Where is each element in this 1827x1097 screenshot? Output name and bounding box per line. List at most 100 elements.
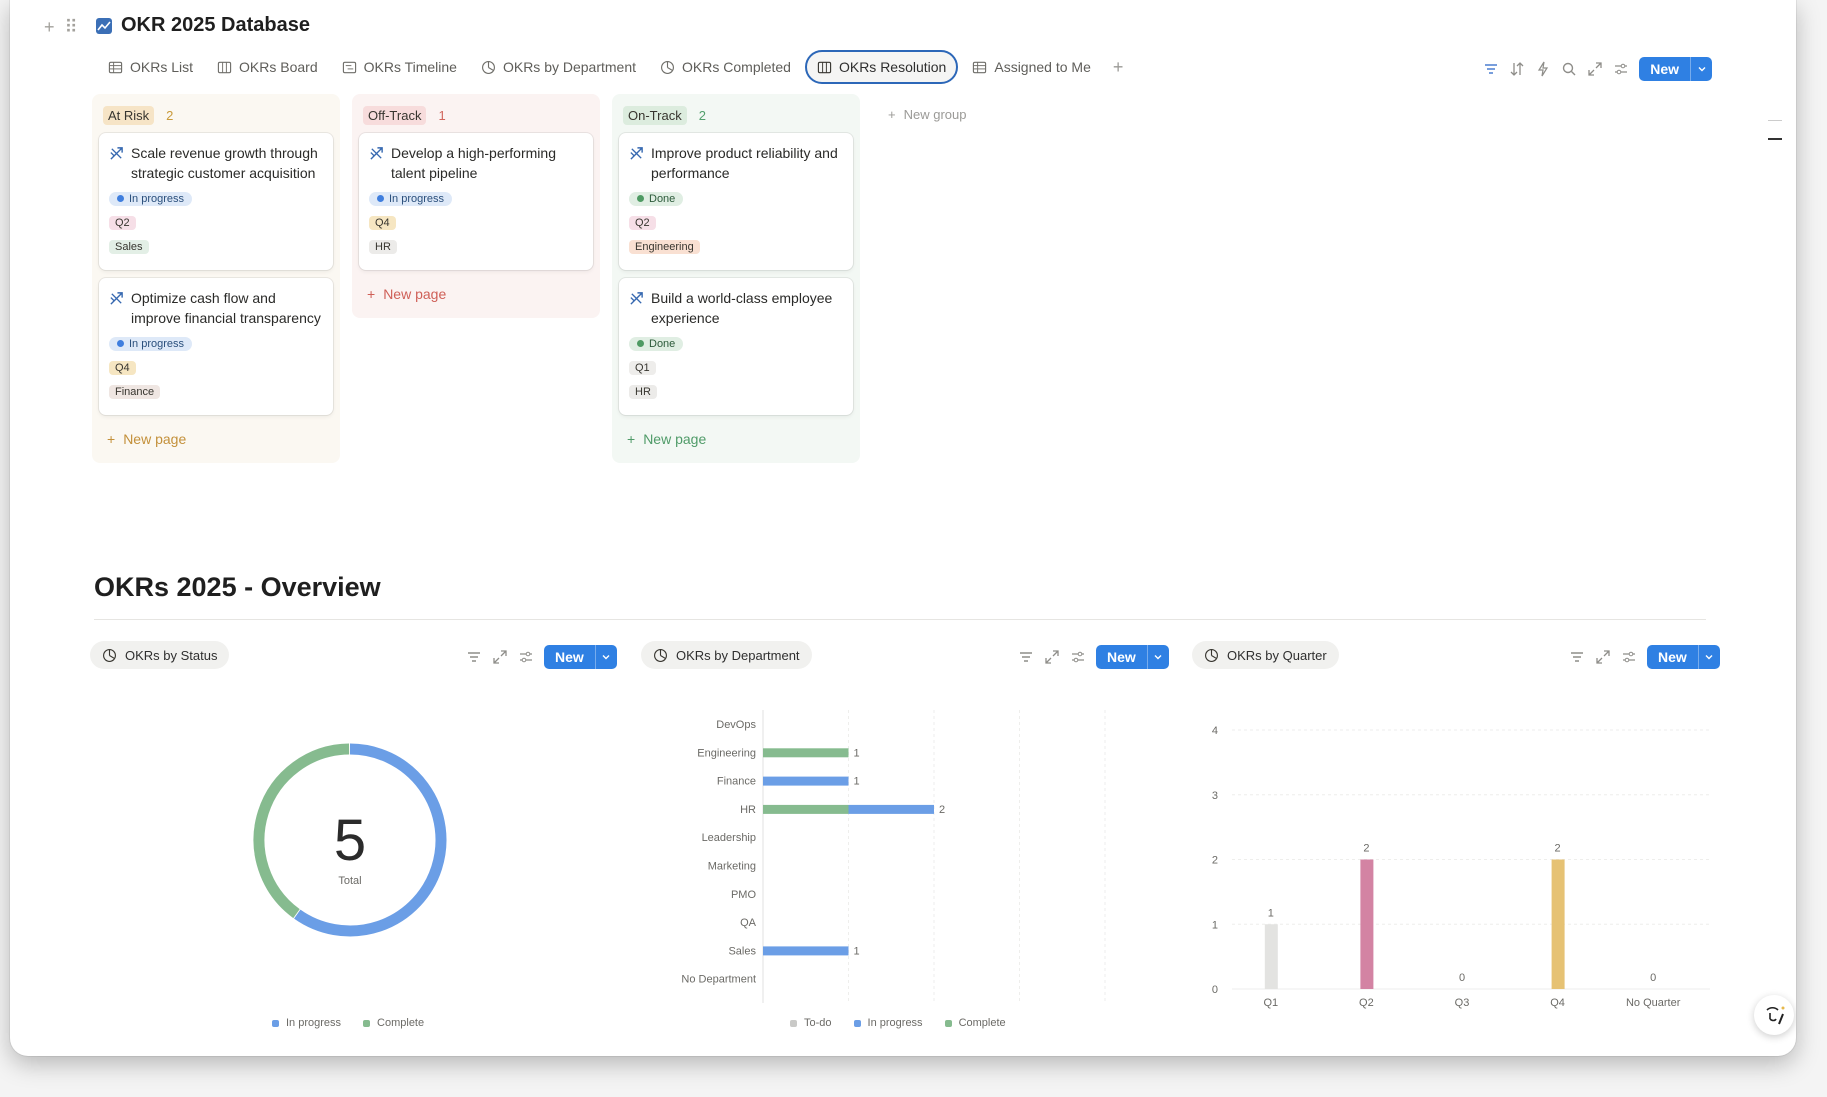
group-header[interactable]: At Risk 2 (99, 102, 333, 133)
new-button[interactable]: New (1639, 57, 1712, 81)
new-group-button[interactable]: + New group (888, 107, 966, 122)
panel-toolbar: New (1018, 645, 1169, 669)
add-block-icon[interactable]: + (44, 17, 55, 38)
database-title[interactable]: OKR 2025 Database (96, 14, 310, 37)
panel-toolbar: New (466, 645, 617, 669)
legend-item: Complete (363, 1017, 424, 1029)
new-page-button[interactable]: + New page (359, 278, 593, 310)
board-card[interactable]: Build a world-class employee experience … (619, 278, 853, 415)
chevron-down-icon[interactable] (1697, 645, 1720, 669)
add-view-icon[interactable]: + (1105, 57, 1132, 78)
tab-okrs-timeline[interactable]: OKRs Timeline (332, 50, 467, 84)
view-tabs: OKRs List OKRs Board OKRs Timeline OKRs … (98, 50, 1131, 84)
legend-label: In progress (867, 1017, 923, 1029)
legend-label: Complete (377, 1017, 425, 1029)
y-tick-label: Engineering (697, 747, 756, 759)
sort-icon[interactable] (1509, 61, 1525, 77)
group-header[interactable]: Off-Track 1 (359, 102, 593, 133)
tab-label: Assigned to Me (994, 59, 1091, 75)
automation-icon[interactable] (1535, 61, 1551, 77)
tab-okrs-by-department[interactable]: OKRs by Department (471, 50, 646, 84)
panel-header-quarter[interactable]: OKRs by Quarter (1192, 641, 1339, 669)
x-tick-label: Q1 (1263, 997, 1278, 1009)
tab-okrs-list[interactable]: OKRs List (98, 50, 203, 84)
target-icon (630, 292, 643, 305)
new-page-button[interactable]: + New page (619, 423, 853, 455)
bar-segment (763, 946, 849, 956)
status-badge: In progress (109, 191, 193, 206)
quarter-tag: Q1 (629, 361, 656, 375)
group-header[interactable]: On-Track 2 (619, 102, 853, 133)
search-icon[interactable] (1561, 61, 1577, 77)
settings-sliders-icon[interactable] (518, 649, 534, 665)
filter-icon[interactable] (1018, 649, 1034, 665)
tab-okrs-board[interactable]: OKRs Board (207, 50, 328, 84)
group-name: Off-Track (363, 106, 427, 125)
ai-assistant-button[interactable] (1754, 995, 1794, 1035)
new-group-label: New group (903, 107, 967, 122)
filter-icon[interactable] (466, 649, 482, 665)
new-button[interactable]: New (1096, 645, 1169, 669)
bar-segment (763, 776, 849, 786)
tab-okrs-completed[interactable]: OKRs Completed (650, 50, 801, 84)
board-group-at-risk: At Risk 2 Scale revenue growth through s… (92, 94, 340, 463)
chart-icon (654, 648, 667, 662)
filter-icon[interactable] (1483, 61, 1499, 77)
drag-handle-icon[interactable]: ⠿ (65, 17, 78, 38)
plus-icon: + (367, 286, 376, 302)
chevron-down-icon[interactable] (594, 645, 617, 669)
table-icon (108, 61, 123, 73)
settings-sliders-icon[interactable] (1613, 61, 1629, 77)
expand-icon[interactable] (1595, 649, 1611, 665)
scroll-indicator-active[interactable] (1768, 138, 1782, 140)
bar-segment (848, 804, 934, 814)
view-toolbar: New (1483, 57, 1712, 81)
department-legend: To-do In progress Complete (790, 1017, 1006, 1029)
block-handles: + ⠿ (44, 17, 78, 38)
legend-label: To-do (804, 1017, 832, 1029)
panel-header-department[interactable]: OKRs by Department (641, 641, 812, 669)
legend-item: To-do (790, 1017, 832, 1029)
chart-icon (1205, 648, 1218, 662)
settings-sliders-icon[interactable] (1621, 649, 1637, 665)
board-card[interactable]: Develop a high-performing talent pipelin… (359, 133, 593, 270)
y-tick-label: HR (740, 804, 756, 816)
app-window: + ⠿ OKR 2025 Database OKRs List OKRs Boa… (10, 0, 1796, 1056)
data-label: 0 (1650, 972, 1656, 984)
tab-label: OKRs by Department (502, 59, 637, 75)
new-button[interactable]: New (544, 645, 617, 669)
tab-label: OKRs List (130, 59, 194, 75)
filter-icon[interactable] (1569, 649, 1585, 665)
table-icon (973, 61, 987, 73)
expand-icon[interactable] (1587, 61, 1603, 77)
data-label: 2 (1363, 843, 1369, 855)
chevron-down-icon[interactable] (1690, 57, 1712, 81)
chart-icon (661, 60, 675, 74)
board-card[interactable]: Scale revenue growth through strategic c… (99, 133, 333, 270)
board-card[interactable]: Optimize cash flow and improve financial… (99, 278, 333, 415)
y-tick-label: No Department (681, 974, 756, 986)
status-badge: In progress (369, 191, 453, 206)
expand-icon[interactable] (492, 649, 508, 665)
new-button-label: New (1650, 61, 1679, 77)
data-label: 1 (854, 945, 860, 957)
status-donut-chart: 5 Total (253, 743, 447, 937)
panel-header-status[interactable]: OKRs by Status (90, 641, 230, 669)
y-tick-label: 1 (1212, 919, 1218, 931)
department-tag: Finance (109, 385, 161, 399)
tab-assigned-to-me[interactable]: Assigned to Me (962, 50, 1101, 84)
chevron-down-icon[interactable] (1146, 645, 1169, 669)
quarter-tag: Q4 (109, 361, 136, 375)
y-tick-label: Marketing (708, 861, 756, 873)
new-button[interactable]: New (1647, 645, 1720, 669)
database-title-text: OKR 2025 Database (121, 14, 310, 36)
y-tick-label: 4 (1212, 725, 1218, 737)
card-title-text: Build a world-class employee experience (651, 290, 833, 326)
new-page-button[interactable]: + New page (99, 423, 333, 455)
expand-icon[interactable] (1044, 649, 1060, 665)
new-button-label: New (1107, 649, 1136, 665)
settings-sliders-icon[interactable] (1070, 649, 1086, 665)
board-card[interactable]: Improve product reliability and performa… (619, 133, 853, 270)
timeline-icon (342, 61, 356, 73)
tab-okrs-resolution[interactable]: OKRs Resolution (804, 50, 959, 84)
